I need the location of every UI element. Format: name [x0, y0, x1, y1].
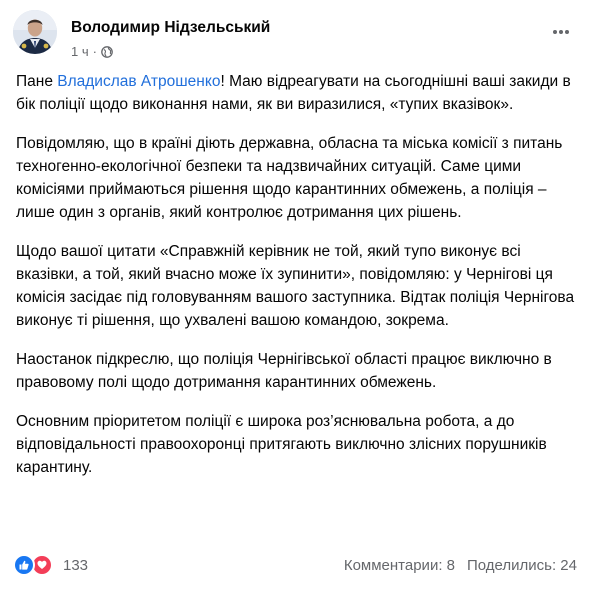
author-avatar[interactable] — [13, 10, 57, 54]
comments-count[interactable]: Комментарии: 8 — [344, 557, 455, 574]
mention-link[interactable]: Владислав Атрошенко — [57, 73, 220, 90]
post-paragraph: Повідомляю, що в країні діють державна, … — [16, 135, 563, 221]
meta-separator: · — [92, 44, 97, 59]
post-stats: Комментарии: 8 Поделились: 24 — [344, 557, 577, 574]
more-icon[interactable] — [549, 20, 573, 44]
reactions-summary[interactable]: 133 — [13, 554, 88, 576]
post-paragraph: Наостанок підкреслю, що поліція Чернігів… — [16, 351, 552, 391]
reaction-count: 133 — [63, 556, 89, 574]
post-card: Володимир Нідзельський 1 ч · Пане Владис… — [0, 0, 589, 593]
author-name[interactable]: Володимир Нідзельський — [71, 19, 270, 37]
globe-icon[interactable] — [101, 45, 113, 58]
post-meta: 1 ч · — [71, 44, 113, 59]
like-icon — [13, 554, 35, 576]
post-body: Пане Владислав Атрошенко! Маю відреагува… — [16, 70, 581, 495]
post-paragraph: Щодо вашої цитати «Справжній керівник не… — [16, 243, 575, 329]
post-paragraph: Основним пріоритетом поліції є широка ро… — [16, 413, 547, 476]
post-header: Володимир Нідзельський 1 ч · — [13, 10, 577, 60]
shares-count[interactable]: Поделились: 24 — [467, 557, 577, 574]
avatar-image — [13, 10, 57, 54]
paragraph-prefix: Пане — [16, 73, 58, 90]
post-time[interactable]: 1 ч — [71, 44, 89, 59]
post-paragraph: Пане Владислав Атрошенко! Маю відреагува… — [16, 70, 581, 116]
post-footer: 133 Комментарии: 8 Поделились: 24 — [13, 553, 577, 577]
